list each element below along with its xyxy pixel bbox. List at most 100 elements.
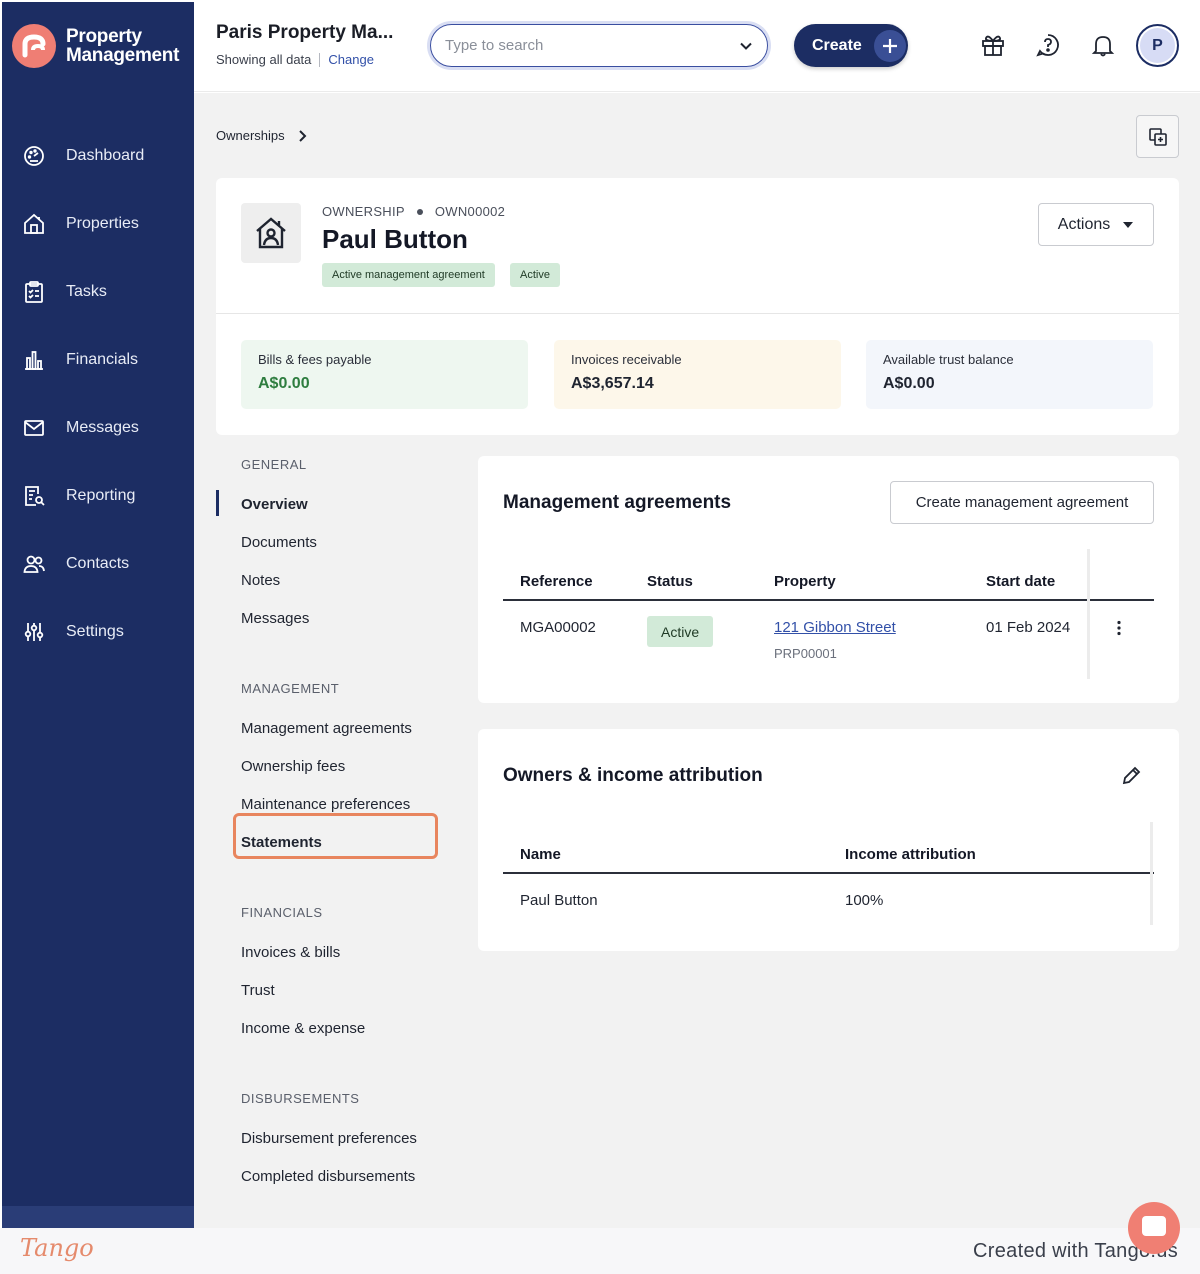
subnav-item-notes[interactable]: Notes [241, 572, 280, 589]
stat-label: Invoices receivable [571, 352, 682, 367]
bell-icon[interactable] [1090, 32, 1116, 58]
sidebar-item-properties[interactable]: Properties [2, 190, 194, 258]
section-title: Owners & income attribution [503, 765, 763, 786]
stat-label: Bills & fees payable [258, 352, 372, 367]
cell-income-attribution: 100% [845, 892, 884, 909]
subnav-section-financials: FINANCIALS [241, 905, 323, 920]
sidebar-item-label: Contacts [66, 555, 130, 572]
brand-logo-icon [12, 24, 56, 68]
copy-icon [1148, 127, 1167, 146]
section-title: Management agreements [503, 492, 732, 513]
tango-logo: Tango [20, 1234, 94, 1262]
subnav-item-completed-disbursements[interactable]: Completed disbursements [241, 1168, 415, 1185]
sidebar-item-tasks[interactable]: Tasks [2, 258, 194, 326]
gift-icon[interactable] [980, 32, 1006, 58]
sidebar-item-contacts[interactable]: Contacts [2, 530, 194, 598]
sidebar-item-label: Reporting [66, 487, 136, 504]
subnav-item-disbursement-preferences[interactable]: Disbursement preferences [241, 1130, 417, 1147]
sliders-icon [24, 623, 44, 641]
chat-button[interactable] [1128, 1202, 1180, 1254]
subnav-item-documents[interactable]: Documents [241, 534, 317, 551]
subnav-item-statements[interactable]: Statements [241, 834, 322, 851]
bullet-dot [416, 208, 423, 215]
bar-chart-icon [25, 351, 43, 370]
pencil-icon[interactable] [1120, 765, 1142, 787]
org-title[interactable]: Paris Property Ma... [216, 22, 393, 44]
subnav-item-ownership-fees[interactable]: Ownership fees [241, 758, 345, 775]
plus-icon [873, 29, 906, 62]
more-vertical-icon[interactable] [1114, 620, 1124, 636]
sidebar-item-reporting[interactable]: Reporting [2, 462, 194, 530]
chevron-down-icon[interactable] [739, 39, 753, 53]
duplicate-button[interactable] [1136, 115, 1179, 158]
envelope-icon [24, 420, 44, 436]
report-search-icon [25, 486, 45, 506]
subnav-item-trust[interactable]: Trust [241, 982, 275, 999]
stat-bills-fees: Bills & fees payable A$0.00 [241, 340, 528, 409]
kicker-type: OWNERSHIP [322, 204, 405, 219]
cell-reference: MGA00002 [520, 619, 596, 636]
subnav-item-management-agreements[interactable]: Management agreements [241, 720, 412, 737]
footer-bar: Tango Created with Tango.us [0, 1228, 1200, 1274]
stat-value: A$0.00 [258, 375, 310, 392]
sidebar: Property Management Dashboard Properties… [2, 2, 194, 1228]
search-placeholder: Type to search [445, 37, 544, 54]
change-link[interactable]: Change [328, 52, 374, 67]
brand-name-line2: Management [66, 45, 180, 66]
org-subtitle: Showing all data Change [216, 52, 374, 67]
subnav-item-overview[interactable]: Overview [241, 496, 308, 513]
breadcrumb-item-ownerships[interactable]: Ownerships [216, 128, 285, 143]
subnav-item-maintenance-preferences[interactable]: Maintenance preferences [241, 796, 410, 813]
create-label: Create [812, 36, 862, 54]
column-header-name: Name [520, 846, 561, 863]
help-icon[interactable] [1035, 32, 1061, 58]
subnav-item-messages[interactable]: Messages [241, 610, 309, 627]
create-button[interactable]: Create [794, 24, 908, 67]
brand-name: Property Management [66, 27, 179, 65]
brand[interactable]: Property Management [12, 24, 179, 68]
subnav-item-income-expense[interactable]: Income & expense [241, 1020, 365, 1037]
sidebar-item-label: Dashboard [66, 147, 145, 164]
stat-value: A$0.00 [883, 375, 935, 392]
column-header-reference: Reference [520, 573, 593, 590]
owners-income-card: Owners & income attribution Name Income … [478, 729, 1179, 951]
subnav-item-invoices-bills[interactable]: Invoices & bills [241, 944, 340, 961]
page-title: Paul Button [322, 224, 468, 254]
cell-start-date: 01 Feb 2024 [986, 619, 1071, 636]
cell-owner-name: Paul Button [520, 892, 598, 909]
clipboard-checklist-icon [25, 281, 43, 303]
sidebar-nav: Dashboard Properties Tasks Financials Me… [2, 122, 194, 666]
breadcrumb: Ownerships [216, 128, 307, 143]
sidebar-item-label: Financials [66, 351, 139, 368]
stat-trust-balance: Available trust balance A$0.00 [866, 340, 1153, 409]
actions-button[interactable]: Actions [1038, 203, 1154, 246]
property-link[interactable]: 121 Gibbon Street [774, 619, 896, 636]
stat-label: Available trust balance [883, 352, 1014, 367]
sidebar-item-label: Settings [66, 623, 124, 640]
showing-text: Showing all data [216, 52, 312, 67]
column-header-status: Status [647, 573, 693, 590]
sidebar-item-label: Tasks [66, 283, 107, 300]
search-input[interactable]: Type to search [430, 24, 768, 67]
sidebar-item-settings[interactable]: Settings [2, 598, 194, 666]
subnav-section-general: GENERAL [241, 457, 307, 472]
actions-label: Actions [1057, 215, 1111, 233]
ownership-kicker: OWNERSHIP OWN00002 [322, 204, 505, 219]
sidebar-bottom-strip [2, 1206, 194, 1228]
sidebar-item-messages[interactable]: Messages [2, 394, 194, 462]
chevron-right-icon [298, 129, 307, 142]
dashboard-gauge-icon [24, 146, 44, 166]
chat-icon [1142, 1216, 1166, 1236]
sidebar-item-financials[interactable]: Financials [2, 326, 194, 394]
property-code: PRP00001 [774, 646, 837, 661]
column-header-property: Property [774, 573, 836, 590]
create-management-agreement-button[interactable]: Create management agreement [890, 481, 1154, 524]
house-icon [24, 213, 44, 234]
status-badge-active: Active [510, 263, 560, 287]
active-indicator [216, 490, 219, 516]
subnav-section-disbursements: DISBURSEMENTS [241, 1091, 360, 1106]
divider [216, 313, 1179, 314]
sidebar-item-dashboard[interactable]: Dashboard [2, 122, 194, 190]
house-person-icon [256, 217, 286, 249]
avatar[interactable]: P [1136, 24, 1179, 67]
